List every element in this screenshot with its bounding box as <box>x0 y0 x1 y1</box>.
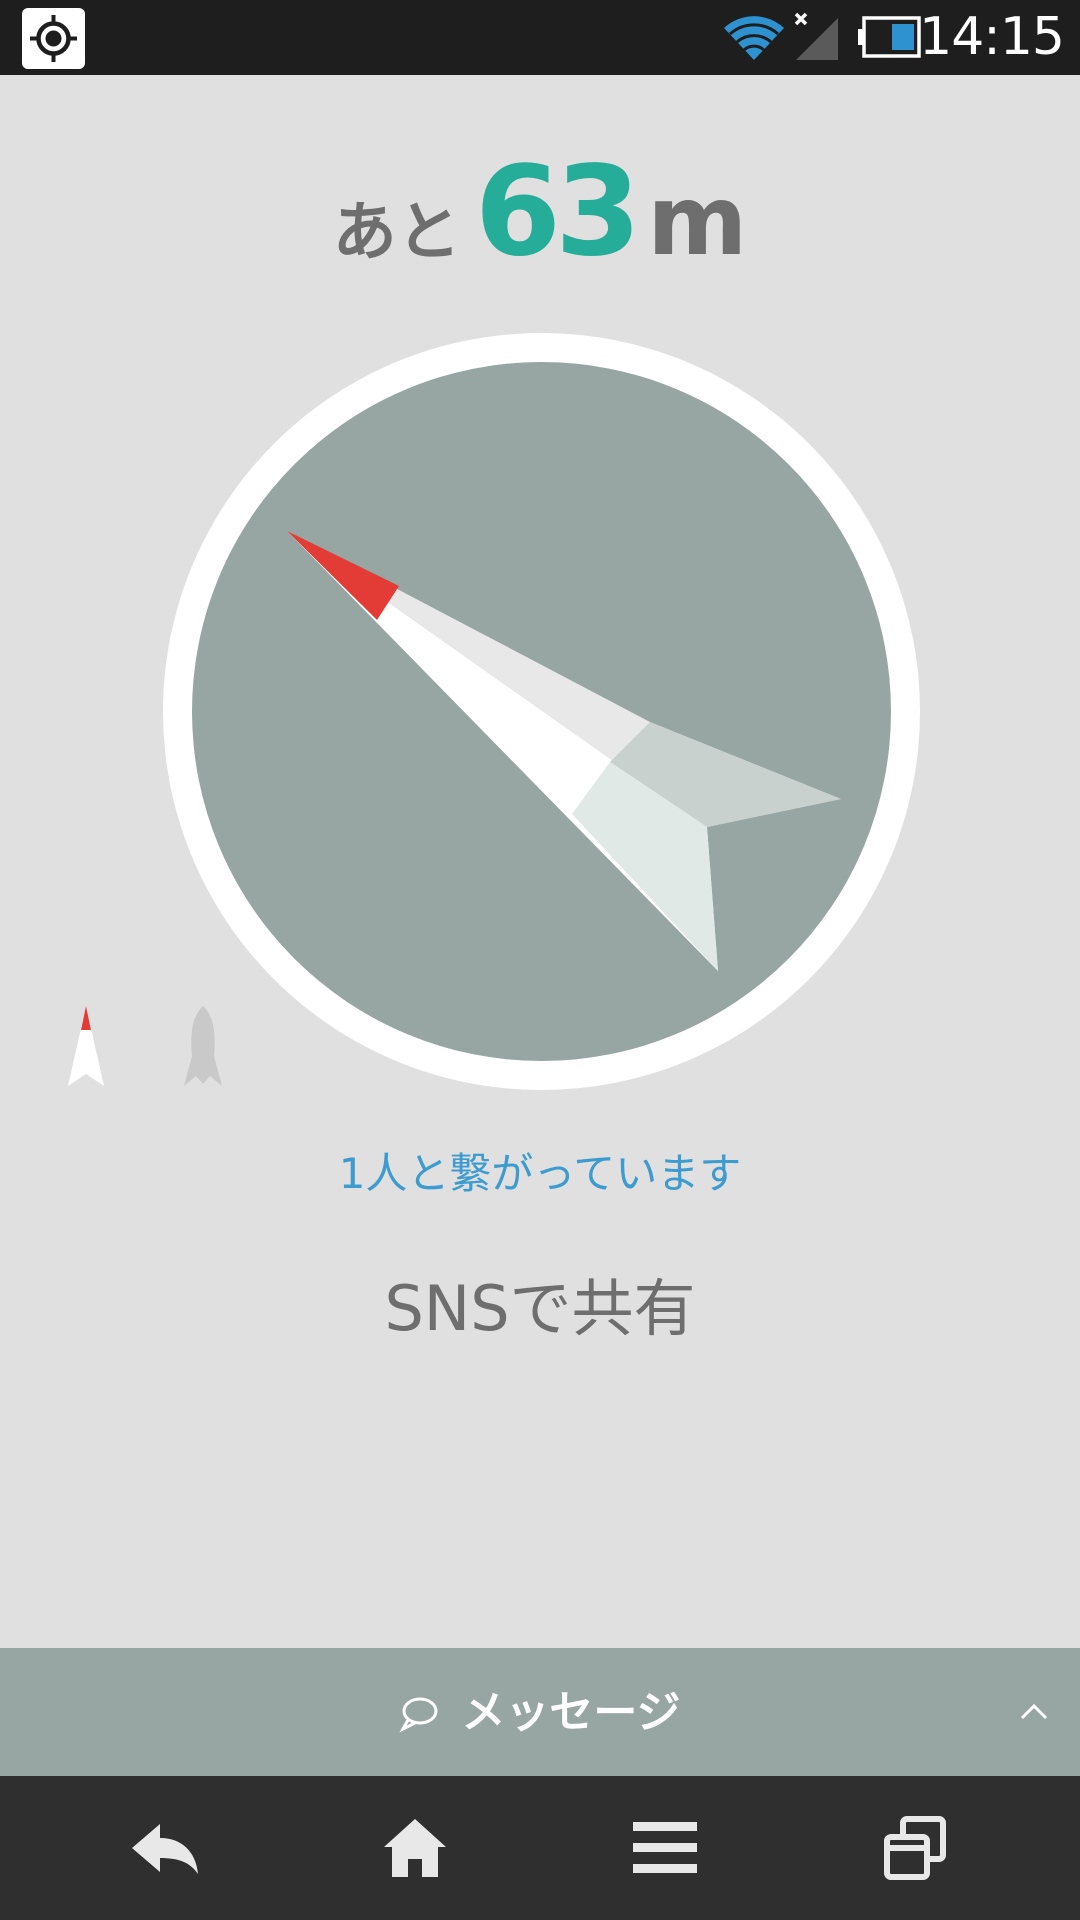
distance-unit: m <box>647 165 748 277</box>
direction-arrow-icon <box>287 531 841 971</box>
rocket-mode-icon[interactable] <box>178 1004 228 1092</box>
speech-bubble-icon <box>399 1697 438 1733</box>
back-icon <box>132 1824 198 1874</box>
signal-icon <box>794 12 838 60</box>
sns-share-button[interactable]: SNSで共有 <box>0 1258 1080 1345</box>
wifi-icon <box>724 16 784 61</box>
home-button[interactable] <box>280 1776 550 1920</box>
distance-value: 63 <box>474 140 642 284</box>
gps-icon <box>22 8 85 69</box>
clock: 14:15 <box>919 7 1065 67</box>
status-bar: 14:15 <box>0 0 1080 75</box>
compass <box>163 333 920 1090</box>
recent-apps-button[interactable] <box>780 1776 1050 1920</box>
back-button[interactable] <box>30 1776 300 1920</box>
chevron-up-icon[interactable] <box>1014 1692 1054 1732</box>
menu-button[interactable] <box>530 1776 800 1920</box>
arrow-mode-icon[interactable] <box>60 1004 112 1090</box>
recent-apps-icon <box>884 1816 946 1880</box>
navigation-bar <box>0 1776 1080 1920</box>
battery-icon <box>858 16 921 58</box>
distance-prefix: あと <box>332 196 461 270</box>
menu-icon <box>633 1822 697 1873</box>
connection-status[interactable]: 1人と繋がっています <box>0 1140 1080 1200</box>
home-icon <box>384 1819 446 1877</box>
distance-readout: あと 63 m <box>0 140 1080 284</box>
message-bar[interactable]: メッセージ <box>0 1648 1080 1776</box>
message-label: メッセージ <box>461 1686 681 1738</box>
